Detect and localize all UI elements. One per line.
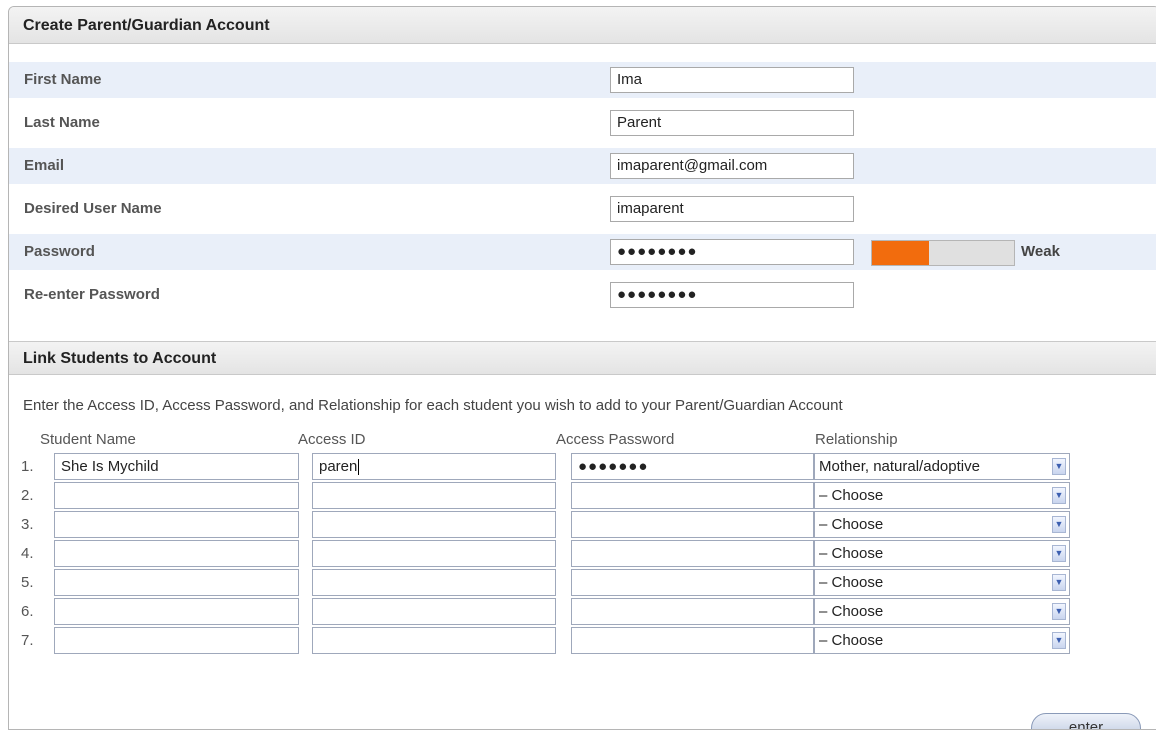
- row-number: 4.: [21, 545, 34, 562]
- chevron-down-icon[interactable]: ▼: [1052, 632, 1066, 649]
- last-name-label: Last Name: [24, 114, 100, 131]
- link-instructions: Enter the Access ID, Access Password, an…: [23, 397, 843, 414]
- access-password-input[interactable]: [571, 511, 814, 538]
- row-number: 7.: [21, 632, 34, 649]
- access-id-column-header: Access ID: [298, 431, 366, 448]
- student-row: 4. – Choose ▼: [9, 540, 1109, 569]
- access-password-input[interactable]: [571, 482, 814, 509]
- row-number: 6.: [21, 603, 34, 620]
- student-row: 2. – Choose ▼: [9, 482, 1109, 511]
- first-name-label: First Name: [24, 71, 102, 88]
- create-account-panel: Create Parent/Guardian Account First Nam…: [8, 6, 1156, 730]
- relationship-select[interactable]: – Choose ▼: [814, 569, 1070, 596]
- row-number: 5.: [21, 574, 34, 591]
- email-label: Email: [24, 157, 65, 174]
- chevron-down-icon[interactable]: ▼: [1052, 545, 1066, 562]
- student-name-input[interactable]: She Is Mychild: [54, 453, 299, 480]
- username-input[interactable]: imaparent: [610, 196, 854, 222]
- password-label: Password: [24, 243, 95, 260]
- row-number: 3.: [21, 516, 34, 533]
- relationship-value: – Choose: [819, 632, 884, 649]
- username-label: Desired User Name: [24, 200, 162, 217]
- access-id-value: paren: [319, 458, 358, 475]
- text-cursor: [358, 459, 360, 476]
- student-name-input[interactable]: [54, 569, 299, 596]
- username-row: Desired User Name imaparent: [9, 191, 1156, 227]
- student-name-input[interactable]: [54, 511, 299, 538]
- row-number: 1.: [21, 458, 34, 475]
- relationship-value: – Choose: [819, 574, 884, 591]
- relationship-select[interactable]: – Choose ▼: [814, 598, 1070, 625]
- relationship-value: – Choose: [819, 603, 884, 620]
- reenter-password-input[interactable]: ●●●●●●●●: [610, 282, 854, 308]
- password-strength-label: Weak: [1021, 243, 1060, 260]
- last-name-input[interactable]: Parent: [610, 110, 854, 136]
- student-name-input[interactable]: [54, 627, 299, 654]
- relationship-value: – Choose: [819, 516, 884, 533]
- access-id-input[interactable]: [312, 540, 556, 567]
- chevron-down-icon[interactable]: ▼: [1052, 487, 1066, 504]
- relationship-column-header: Relationship: [815, 431, 898, 448]
- password-row: Password ●●●●●●●● Weak: [9, 234, 1156, 270]
- relationship-value: Mother, natural/adoptive: [819, 458, 980, 475]
- password-strength-meter: [871, 240, 1015, 266]
- access-password-column-header: Access Password: [556, 431, 675, 448]
- student-row: 1. She Is Mychild paren ●●●●●●● Mother, natu…: [9, 453, 1109, 482]
- password-input[interactable]: ●●●●●●●●: [610, 239, 854, 265]
- access-password-input[interactable]: ●●●●●●●: [571, 453, 814, 480]
- student-row: 7. – Choose ▼: [9, 627, 1109, 656]
- link-section-header: Link Students to Account: [9, 341, 1156, 375]
- relationship-value: – Choose: [819, 487, 884, 504]
- relationship-select[interactable]: – Choose ▼: [814, 511, 1070, 538]
- access-id-input[interactable]: paren: [312, 453, 556, 480]
- student-row: 3. – Choose ▼: [9, 511, 1109, 540]
- student-name-input[interactable]: [54, 540, 299, 567]
- access-id-input[interactable]: [312, 511, 556, 538]
- access-id-input[interactable]: [312, 569, 556, 596]
- chevron-down-icon[interactable]: ▼: [1052, 603, 1066, 620]
- email-row: Email imaparent@gmail.com: [9, 148, 1156, 184]
- enter-button[interactable]: enter: [1031, 713, 1141, 729]
- first-name-input[interactable]: Ima: [610, 67, 854, 93]
- email-input[interactable]: imaparent@gmail.com: [610, 153, 854, 179]
- relationship-select[interactable]: – Choose ▼: [814, 627, 1070, 654]
- access-password-input[interactable]: [571, 598, 814, 625]
- last-name-row: Last Name Parent: [9, 105, 1156, 141]
- reenter-password-row: Re-enter Password ●●●●●●●●: [9, 277, 1156, 313]
- student-name-input[interactable]: [54, 482, 299, 509]
- relationship-select[interactable]: – Choose ▼: [814, 540, 1070, 567]
- reenter-password-label: Re-enter Password: [24, 286, 160, 303]
- access-id-input[interactable]: [312, 482, 556, 509]
- relationship-select[interactable]: Mother, natural/adoptive ▼: [814, 453, 1070, 480]
- student-name-column-header: Student Name: [40, 431, 136, 448]
- relationship-select[interactable]: – Choose ▼: [814, 482, 1070, 509]
- row-number: 2.: [21, 487, 34, 504]
- chevron-down-icon[interactable]: ▼: [1052, 574, 1066, 591]
- access-password-input[interactable]: [571, 540, 814, 567]
- relationship-value: – Choose: [819, 545, 884, 562]
- password-strength-fill: [872, 241, 929, 265]
- student-name-input[interactable]: [54, 598, 299, 625]
- chevron-down-icon[interactable]: ▼: [1052, 516, 1066, 533]
- student-row: 6. – Choose ▼: [9, 598, 1109, 627]
- first-name-row: First Name Ima: [9, 62, 1156, 98]
- access-id-input[interactable]: [312, 627, 556, 654]
- student-row: 5. – Choose ▼: [9, 569, 1109, 598]
- access-password-input[interactable]: [571, 569, 814, 596]
- access-password-input[interactable]: [571, 627, 814, 654]
- account-section-header: Create Parent/Guardian Account: [9, 7, 1156, 44]
- access-id-input[interactable]: [312, 598, 556, 625]
- chevron-down-icon[interactable]: ▼: [1052, 458, 1066, 475]
